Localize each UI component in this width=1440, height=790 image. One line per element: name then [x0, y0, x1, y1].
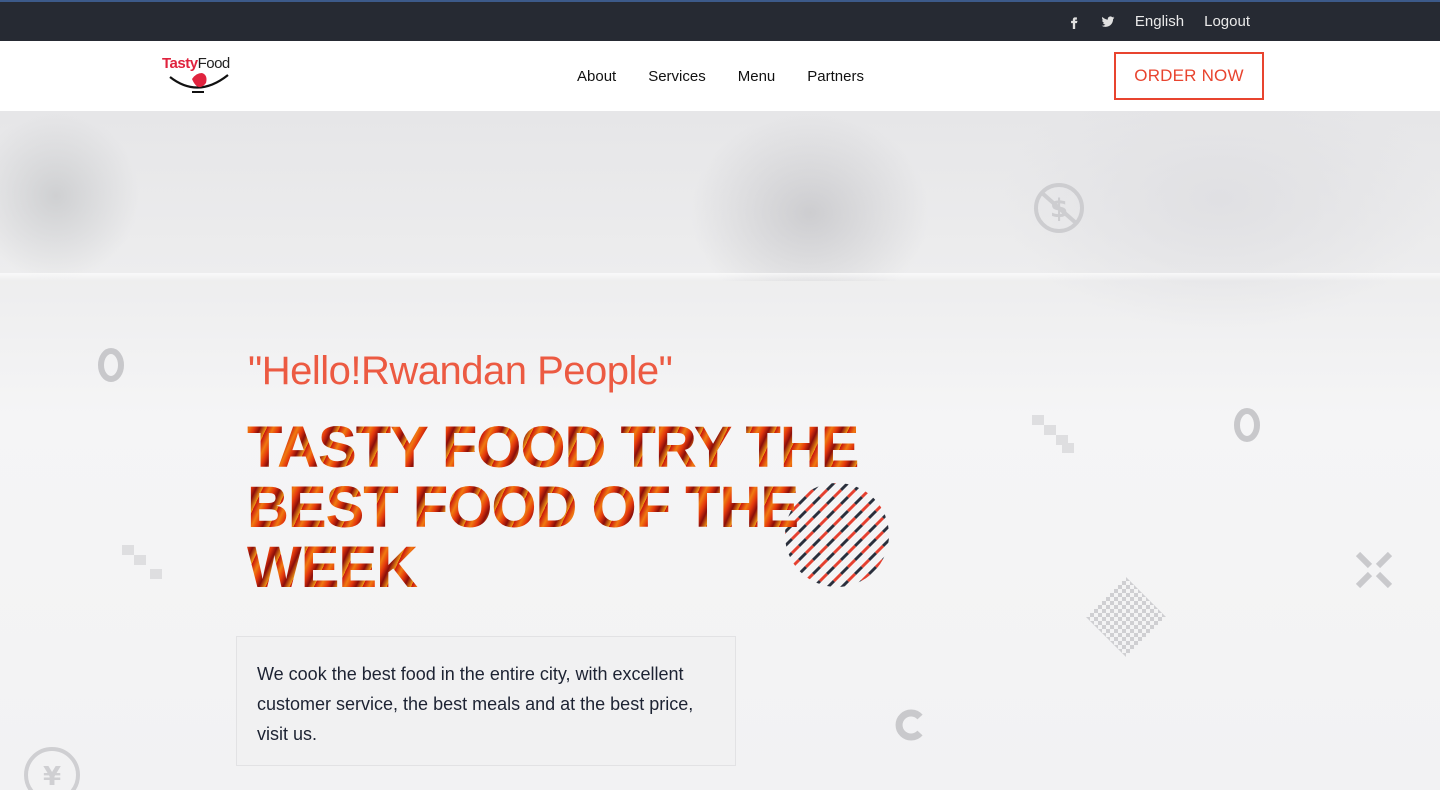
logo-text-tasty: Tasty	[162, 55, 198, 72]
main-header: TastyFood About Services Menu Partners O…	[0, 41, 1440, 111]
top-bar: English Logout	[0, 0, 1440, 41]
hero-description-box: We cook the best food in the entire city…	[236, 636, 736, 766]
svg-text:¥: ¥	[43, 762, 61, 790]
twitter-icon[interactable]	[1101, 15, 1115, 29]
nav-item-menu[interactable]: Menu	[738, 68, 776, 85]
hero-section: $ ¥	[0, 111, 1440, 790]
logo-text-food: Food	[197, 55, 231, 72]
checker-steps-icon	[122, 545, 162, 579]
dollar-coin-icon: $	[1034, 183, 1084, 233]
language-link[interactable]: English	[1135, 13, 1184, 30]
facebook-icon[interactable]	[1067, 15, 1081, 29]
main-nav: About Services Menu Partners	[577, 41, 864, 111]
top-bar-links: English Logout	[1067, 2, 1250, 41]
hero-background-shape	[0, 273, 1440, 281]
yen-coin-icon: ¥	[24, 747, 80, 790]
zero-icon	[1234, 408, 1260, 442]
hero-background-shape	[0, 111, 140, 281]
order-now-button[interactable]: ORDER NOW	[1114, 52, 1264, 100]
tastyfood-logo[interactable]: TastyFood	[162, 55, 242, 97]
c-letter-icon	[895, 709, 923, 741]
hero-background-shape	[690, 111, 930, 281]
nav-item-about[interactable]: About	[577, 68, 616, 85]
cross-arrows-icon	[1356, 552, 1392, 588]
zero-icon	[98, 348, 124, 382]
hero-headline: TASTY FOOD TRY THE BEST FOOD OF THE WEEK	[247, 418, 887, 598]
nav-item-partners[interactable]: Partners	[807, 68, 864, 85]
logout-link[interactable]: Logout	[1204, 13, 1250, 30]
smile-logo-icon	[169, 73, 229, 93]
diamond-pattern-icon	[1086, 577, 1166, 657]
logo-text: TastyFood	[162, 55, 242, 72]
nav-item-services[interactable]: Services	[648, 68, 706, 85]
hero-description: We cook the best food in the entire city…	[257, 664, 694, 744]
checker-steps-icon	[1032, 415, 1074, 453]
hero-subtitle: "Hello!Rwandan People"	[248, 349, 673, 393]
